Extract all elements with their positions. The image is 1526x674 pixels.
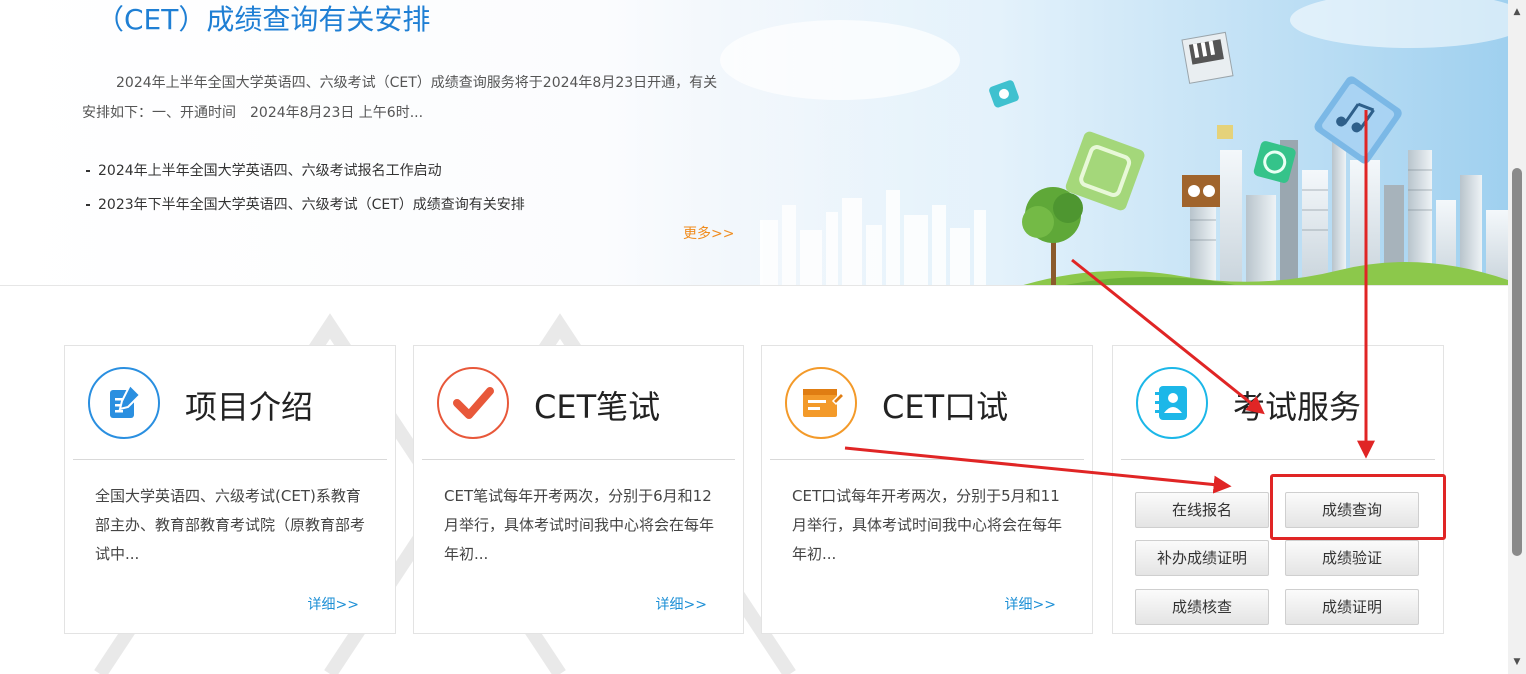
- card-cet-oral: CET口试 CET口试每年开考两次，分别于5月和11月举行，具体考试时间我中心将…: [761, 345, 1093, 634]
- card-description: CET口试每年开考两次，分别于5月和11月举行，具体考试时间我中心将会在每年年初…: [792, 487, 1063, 563]
- card-detail-link[interactable]: 详细>>: [656, 594, 707, 614]
- document-edit-icon: [86, 365, 162, 441]
- news-summary: 2024年上半年全国大学英语四、六级考试（CET）成绩查询服务将于2024年8月…: [82, 75, 718, 121]
- card-title: CET笔试: [534, 388, 661, 426]
- news-list-item[interactable]: 2023年下半年全国大学英语四、六级考试（CET）成绩查询有关安排: [86, 188, 525, 222]
- card-divider: [422, 459, 735, 460]
- card-cet-written: CET笔试 CET笔试每年开考两次，分别于6月和12月举行，具体考试时间我中心将…: [413, 345, 744, 634]
- card-header: CET口试: [762, 346, 1092, 460]
- card-description: CET笔试每年开考两次，分别于6月和12月举行，具体考试时间我中心将会在每年年初…: [444, 487, 715, 563]
- checkmark-icon: [435, 365, 511, 441]
- annotation-highlight-box: [1270, 474, 1446, 540]
- screen-pen-icon: [783, 365, 859, 441]
- card-header: 项目介绍: [65, 346, 395, 460]
- card-title: 考试服务: [1233, 388, 1362, 426]
- card-header: CET笔试: [414, 346, 743, 460]
- score-verify-button[interactable]: 成绩验证: [1285, 540, 1419, 576]
- news-list: 2024年上半年全国大学英语四、六级考试报名工作启动 2023年下半年全国大学英…: [86, 154, 525, 222]
- card-divider: [770, 459, 1084, 460]
- card-description: 全国大学英语四、六级考试(CET)系教育部主办、教育部教育考试院（原教育部考试中…: [95, 487, 366, 563]
- score-certificate-button[interactable]: 成绩证明: [1285, 589, 1419, 625]
- scroll-up-arrow-icon[interactable]: ▲: [1508, 4, 1526, 20]
- city-banner-illustration: [720, 0, 1508, 285]
- news-item-label[interactable]: 2023年下半年全国大学英语四、六级考试（CET）成绩查询有关安排: [98, 197, 525, 213]
- card-divider: [73, 459, 387, 460]
- card-detail-link[interactable]: 详细>>: [308, 594, 359, 614]
- contact-book-icon: [1134, 365, 1210, 441]
- scrollbar-thumb[interactable]: [1512, 168, 1522, 556]
- news-list-item[interactable]: 2024年上半年全国大学英语四、六级考试报名工作启动: [86, 154, 525, 188]
- bullet-icon: [86, 170, 90, 172]
- news-title[interactable]: （CET）成绩查询有关安排: [96, 0, 430, 38]
- page: （CET）成绩查询有关安排 2024年上半年全国大学英语四、六级考试（CET）成…: [0, 0, 1526, 674]
- card-header: 考试服务: [1113, 346, 1443, 460]
- news-section: （CET）成绩查询有关安排 2024年上半年全国大学英语四、六级考试（CET）成…: [0, 0, 1508, 286]
- card-divider: [1121, 459, 1435, 460]
- online-register-button[interactable]: 在线报名: [1135, 492, 1269, 528]
- card-title: CET口试: [882, 388, 1009, 426]
- bullet-icon: [86, 204, 90, 206]
- scroll-down-arrow-icon[interactable]: ▼: [1508, 654, 1526, 670]
- card-title: 项目介绍: [185, 388, 314, 426]
- vertical-scrollbar[interactable]: ▲ ▼: [1508, 0, 1526, 674]
- card-detail-link[interactable]: 详细>>: [1005, 594, 1056, 614]
- score-review-button[interactable]: 成绩核查: [1135, 589, 1269, 625]
- card-project-intro: 项目介绍 全国大学英语四、六级考试(CET)系教育部主办、教育部教育考试院（原教…: [64, 345, 396, 634]
- reissue-certificate-button[interactable]: 补办成绩证明: [1135, 540, 1269, 576]
- news-item-label[interactable]: 2024年上半年全国大学英语四、六级考试报名工作启动: [98, 163, 442, 179]
